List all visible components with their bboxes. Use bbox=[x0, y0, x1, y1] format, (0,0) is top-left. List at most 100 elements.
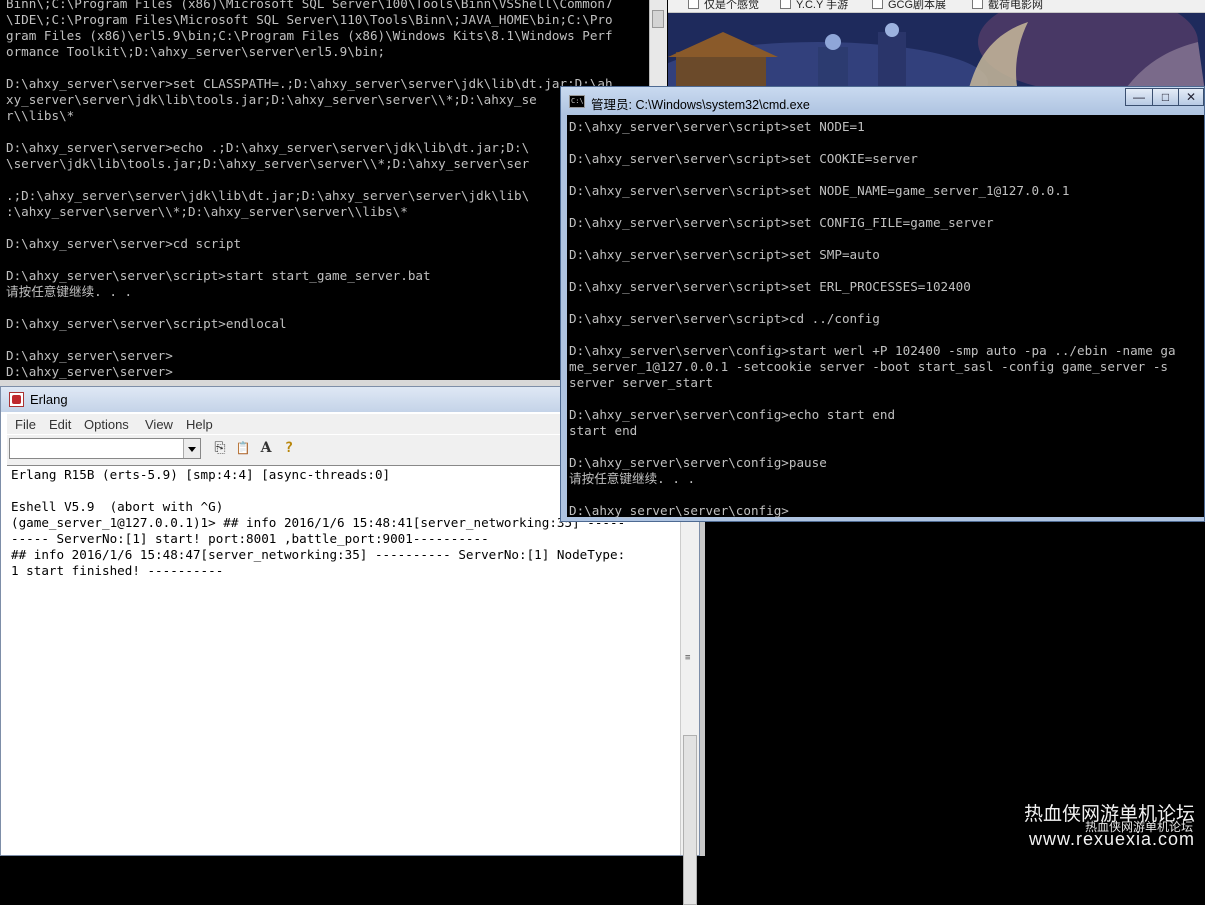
watermark-overlay: 热血侠网游单机论坛 bbox=[1084, 820, 1193, 834]
bookmark-item[interactable]: 截荷电影网 bbox=[972, 0, 1043, 12]
console-line: \IDE\;C:\Program Files\Microsoft SQL Ser… bbox=[6, 12, 613, 27]
scrollbar-thumb[interactable] bbox=[683, 735, 697, 905]
console-line: D:\ahxy_server\server\script>endlocal bbox=[6, 316, 287, 331]
maximize-icon: □ bbox=[1161, 90, 1170, 104]
bookmark-icon bbox=[872, 0, 883, 9]
bookmark-icon bbox=[688, 0, 699, 9]
bookmark-icon bbox=[780, 0, 791, 9]
console-line: 请按任意键继续. . . bbox=[6, 284, 133, 299]
console-line: :\ahxy_server\server\\*;D:\ahxy_server\s… bbox=[6, 204, 408, 219]
bookmark-icon bbox=[972, 0, 983, 9]
console-line: start end bbox=[569, 423, 638, 438]
close-button[interactable]: ✕ bbox=[1178, 88, 1204, 106]
history-combobox[interactable] bbox=[9, 438, 201, 459]
bookmark-item[interactable]: 仅是个感觉 bbox=[688, 0, 759, 12]
console-line: (game_server_1@127.0.0.1)1> ## info 2016… bbox=[11, 515, 626, 530]
console-line: D:\ahxy_server\server\script>set CONFIG_… bbox=[569, 215, 994, 230]
cmd-icon: C:\ bbox=[569, 95, 585, 108]
window-title: 管理员: C:\Windows\system32\cmd.exe bbox=[591, 98, 810, 112]
console-line: D:\ahxy_server\server\config>start werl … bbox=[569, 343, 1176, 358]
font-icon: A bbox=[260, 440, 272, 456]
console-line: 请按任意键继续. . . bbox=[569, 471, 696, 486]
cmd-console[interactable]: D:\ahxy_server\server\script>set NODE=1 D… bbox=[567, 115, 1204, 519]
menu-view[interactable]: View bbox=[145, 417, 173, 432]
console-line: ## info 2016/1/6 15:48:47[server_network… bbox=[11, 547, 626, 562]
console-line: 1 start finished! ---------- bbox=[11, 563, 224, 578]
shell-output[interactable]: Erlang R15B (erts-5.9) [smp:4:4] [async-… bbox=[11, 467, 625, 579]
console-line: D:\ahxy_server\server\script>set COOKIE=… bbox=[569, 151, 918, 166]
console-line: ormance Toolkit\;D:\ahxy_server\server\e… bbox=[6, 44, 386, 59]
menu-file[interactable]: File bbox=[15, 417, 36, 432]
console-line: D:\ahxy_server\server\script>set SMP=aut… bbox=[569, 247, 880, 262]
console-line: gram Files (x86)\erl5.9\bin;C:\Program F… bbox=[6, 28, 613, 43]
console-line: D:\ahxy_server\server\script>set NODE=1 bbox=[569, 119, 865, 134]
console-line: Binn\;C:\Program Files (x86)\Microsoft S… bbox=[6, 0, 613, 11]
console-line: Eshell V5.9 (abort with ^G) bbox=[11, 499, 224, 514]
console-line: Erlang R15B (erts-5.9) [smp:4:4] [async-… bbox=[11, 467, 391, 482]
console-line: .;D:\ahxy_server\server\jdk\lib\dt.jar;D… bbox=[6, 188, 530, 203]
bookmark-item[interactable]: Y.C.Y 手游 bbox=[780, 0, 848, 12]
erlang-app-icon bbox=[9, 392, 24, 407]
console-line: D:\ahxy_server\server\config>pause bbox=[569, 455, 827, 470]
menu-help[interactable]: Help bbox=[186, 417, 213, 432]
close-icon: ✕ bbox=[1185, 90, 1197, 104]
maximize-button[interactable]: □ bbox=[1152, 88, 1179, 106]
paste-button[interactable]: 📋 bbox=[234, 439, 252, 457]
menu-options[interactable]: Options bbox=[84, 417, 129, 432]
help-button[interactable]: ? bbox=[280, 439, 298, 457]
cmd-output[interactable]: D:\ahxy_server\server\script>set NODE=1 D… bbox=[569, 119, 1176, 519]
minimize-button[interactable]: — bbox=[1125, 88, 1153, 106]
console-line: D:\ahxy_server\server\script>set ERL_PRO… bbox=[569, 279, 971, 294]
console-line: server server_start bbox=[569, 375, 714, 390]
shell-scrollbar[interactable]: ≡ bbox=[680, 465, 699, 905]
copy-button[interactable]: ⎘ bbox=[211, 439, 229, 457]
console-line: me_server_1@127.0.0.1 -setcookie server … bbox=[569, 359, 1168, 374]
console-line: D:\ahxy_server\server\config> bbox=[569, 503, 789, 518]
cmd-output[interactable]: Binn\;C:\Program Files (x86)\Microsoft S… bbox=[6, 0, 613, 380]
console-line: D:\ahxy_server\server\config>echo start … bbox=[569, 407, 896, 422]
game-wallpaper-image bbox=[668, 12, 1205, 92]
console-line: ----- ServerNo:[1] start! port:8001 ,bat… bbox=[11, 531, 489, 546]
chevron-down-icon[interactable] bbox=[183, 439, 200, 458]
console-line: \server\jdk\lib\tools.jar;D:\ahxy_server… bbox=[6, 156, 530, 171]
window-title: Erlang bbox=[30, 392, 68, 407]
console-line: D:\ahxy_server\server\script>start start… bbox=[6, 268, 431, 283]
font-button[interactable]: A bbox=[257, 439, 275, 457]
help-icon: ? bbox=[284, 440, 294, 456]
scrollbar-thumb[interactable] bbox=[652, 10, 664, 28]
console-line: xy_server\server\jdk\lib\tools.jar;D:\ah… bbox=[6, 92, 537, 107]
paste-icon: 📋 bbox=[235, 441, 251, 455]
console-line: D:\ahxy_server\server> bbox=[6, 364, 173, 379]
admin-cmd-window[interactable]: C:\ 管理员: C:\Windows\system32\cmd.exe — □… bbox=[560, 86, 1205, 522]
console-line: D:\ahxy_server\server> bbox=[6, 348, 173, 363]
console-line: D:\ahxy_server\server\script>set NODE_NA… bbox=[569, 183, 1070, 198]
console-line: D:\ahxy_server\server>set CLASSPATH=.;D:… bbox=[6, 76, 613, 91]
copy-icon: ⎘ bbox=[214, 440, 226, 456]
minimize-icon: — bbox=[1133, 90, 1145, 104]
console-line: r\\libs\* bbox=[6, 108, 75, 123]
erlang-shell[interactable]: Erlang R15B (erts-5.9) [smp:4:4] [async-… bbox=[7, 465, 681, 855]
menu-edit[interactable]: Edit bbox=[49, 417, 71, 432]
cmd-titlebar[interactable]: C:\ 管理员: C:\Windows\system32\cmd.exe — □… bbox=[561, 87, 1204, 115]
browser-bookmarks-bar: 仅是个感觉 Y.C.Y 手游 GCG剧本展 截荷电影网 bbox=[668, 0, 1205, 13]
scrollbar-grip-icon: ≡ bbox=[685, 653, 691, 663]
bookmark-item[interactable]: GCG剧本展 bbox=[872, 0, 946, 12]
